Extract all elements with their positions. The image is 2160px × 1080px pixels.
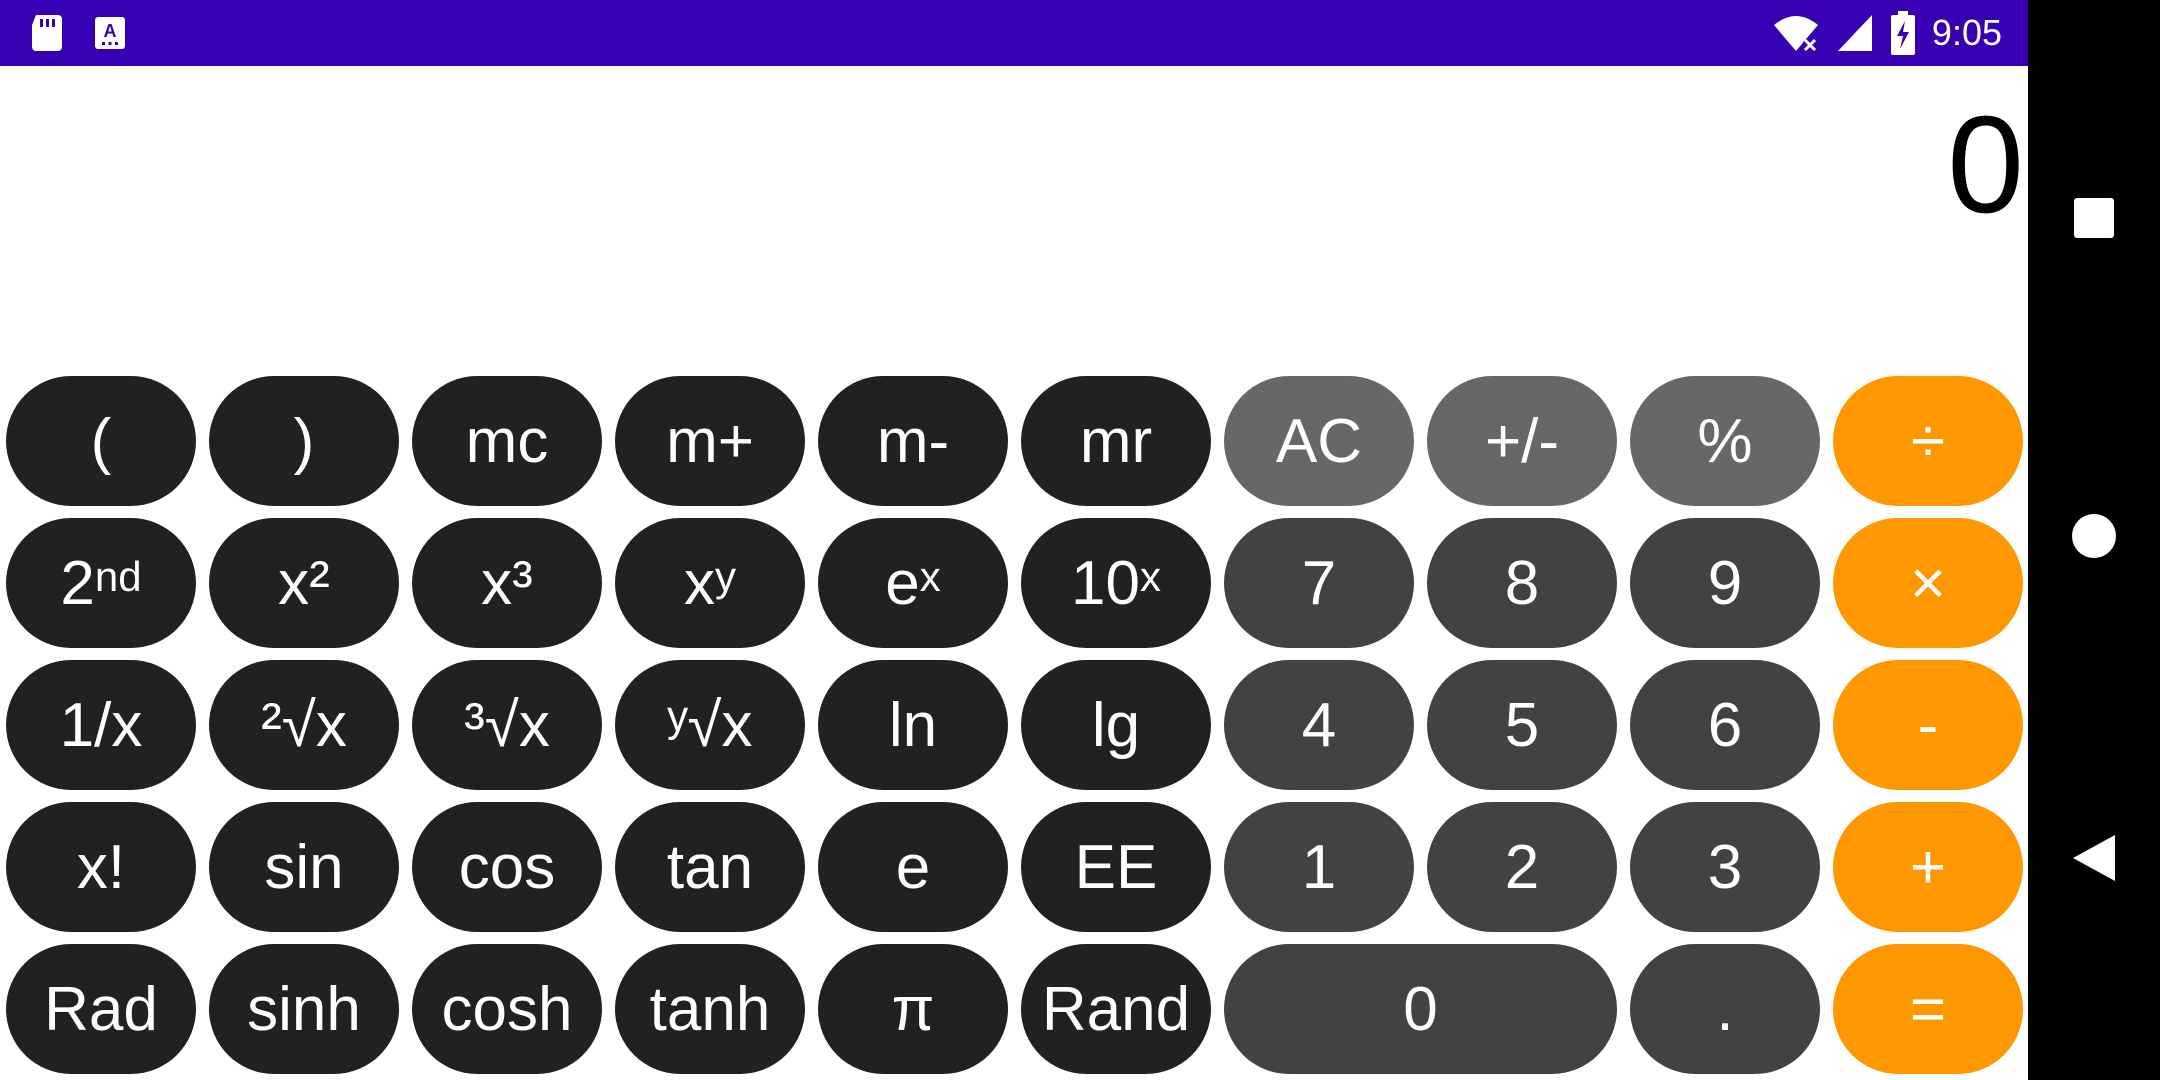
e-power-x-button[interactable]: ex [818,518,1008,648]
all-clear-button[interactable]: AC [1224,376,1414,506]
cosh-button[interactable]: cosh [412,944,602,1074]
memory-recall-button[interactable]: mr [1021,376,1211,506]
back-triangle-icon [2071,833,2117,888]
reciprocal-button[interactable]: 1/x [6,660,196,790]
pi-button[interactable]: π [818,944,1008,1074]
second-function-base: 2 [60,548,95,618]
rad-deg-toggle-button[interactable]: Rad [6,944,196,1074]
sinh-button[interactable]: sinh [209,944,399,1074]
tanh-button[interactable]: tanh [615,944,805,1074]
ten-power-x-base: 10 [1071,548,1140,618]
memory-clear-button[interactable]: mc [412,376,602,506]
digit-4-button[interactable]: 4 [1224,660,1414,790]
equals-button[interactable]: = [1833,944,2023,1074]
wifi-off-icon [1772,13,1820,53]
second-function-button[interactable]: 2nd [6,518,196,648]
decimal-point-button[interactable]: . [1630,944,1820,1074]
multiply-button[interactable]: × [1833,518,2023,648]
digit-5-button[interactable]: 5 [1427,660,1617,790]
memory-add-button[interactable]: m+ [615,376,805,506]
euler-constant-button[interactable]: e [818,802,1008,932]
svg-text:A: A [104,21,117,41]
open-paren-button[interactable]: ( [6,376,196,506]
battery-charging-icon [1890,11,1916,55]
random-button[interactable]: Rand [1021,944,1211,1074]
digit-0-button[interactable]: 0 [1224,944,1617,1074]
calculator-app: A 9:05 0 () mc m+ m- mr AC +/- % ÷ 2 nd… [0,0,2028,1080]
natural-log-button[interactable]: ln [818,660,1008,790]
keypad: ( ) mc m+ m- mr AC +/- % ÷ 2nd x² x³ xy … [6,376,2023,1076]
plus-button[interactable]: + [1833,802,2023,932]
navigation-bar [2028,0,2160,1080]
log10-button[interactable]: lg [1021,660,1211,790]
cube-root-button[interactable]: ³√x [412,660,602,790]
close-paren-button[interactable]: ) [209,376,399,506]
status-bar-time: 9:05 [1931,12,2002,53]
recents-square-icon [2072,196,2116,245]
keyboard-a-icon: A [94,16,126,50]
digit-8-button[interactable]: 8 [1427,518,1617,648]
home-circle-icon [2070,512,2118,565]
status-bar-right-icons: 9:05 [1772,10,2002,56]
square-root-button[interactable]: ²√x [209,660,399,790]
digit-9-button[interactable]: 9 [1630,518,1820,648]
cell-signal-icon [1836,13,1874,53]
cos-button[interactable]: cos [412,802,602,932]
sd-card-icon [30,13,64,53]
digit-2-button[interactable]: 2 [1427,802,1617,932]
factorial-button[interactable]: x! [6,802,196,932]
percent-button[interactable]: % [1630,376,1820,506]
result-value: 0 [1947,88,2024,242]
status-bar-left-icons: A [30,12,126,54]
digit-1-button[interactable]: 1 [1224,802,1414,932]
exponent-ee-button[interactable]: EE [1021,802,1211,932]
ten-power-x-button[interactable]: 10 x [1021,518,1211,648]
recents-button[interactable] [2028,154,2160,286]
memory-subtract-button[interactable]: m- [818,376,1008,506]
x-power-y-base: x [684,548,715,618]
status-bar: A 9:05 [0,0,2028,66]
sin-button[interactable]: sin [209,802,399,932]
x-cubed-button[interactable]: x³ [412,518,602,648]
result-display: 0 [0,66,2028,366]
home-button[interactable] [2028,472,2160,604]
x-power-y-button[interactable]: xy [615,518,805,648]
digit-3-button[interactable]: 3 [1630,802,1820,932]
plus-minus-button[interactable]: +/- [1427,376,1617,506]
y-root-button[interactable]: ʸ√x [615,660,805,790]
minus-button[interactable]: - [1833,660,2023,790]
e-power-x-base: e [885,548,920,618]
digit-7-button[interactable]: 7 [1224,518,1414,648]
x-squared-button[interactable]: x² [209,518,399,648]
digit-6-button[interactable]: 6 [1630,660,1820,790]
tan-button[interactable]: tan [615,802,805,932]
back-button[interactable] [2028,794,2160,926]
divide-button[interactable]: ÷ [1833,376,2023,506]
